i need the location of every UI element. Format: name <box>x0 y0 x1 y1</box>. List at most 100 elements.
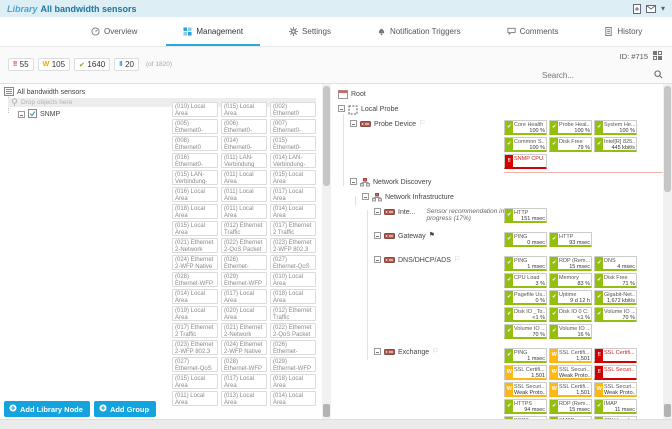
collapse-toggle[interactable] <box>374 256 381 263</box>
grid-item[interactable]: (005) Ethernet0-WFP Native <box>172 119 218 134</box>
grid-item[interactable]: (029) Ethernet-WFP Native <box>221 272 267 287</box>
grid-item[interactable]: (027) Ethernet-QoS Packet <box>270 255 316 270</box>
right-panel-scrollbar[interactable] <box>663 84 672 419</box>
sensor-https[interactable]: ✔ HTTPS 94 msec <box>504 399 547 414</box>
sensor-gigabit-net[interactable]: ✔ Gigabit-Net... 1,672 kbit/s <box>594 290 637 305</box>
sensor-imap[interactable]: ✔ IMAP 11 msec <box>594 399 637 414</box>
tab-settings[interactable]: Settings <box>266 17 354 46</box>
sensor-ssl-securi[interactable]: !! SSL Securi... <box>594 365 637 380</box>
flag-icon[interactable]: ⚐ <box>419 120 425 128</box>
sensor-probe-heal[interactable]: ✔ Probe Heal... 100 % <box>549 120 592 135</box>
node-label[interactable]: Network Discovery <box>373 178 431 187</box>
caret-down-icon[interactable]: ▾ <box>661 4 665 13</box>
library-root-node[interactable]: All bandwidth sensors <box>4 87 318 97</box>
node-label[interactable]: Gateway <box>398 232 426 241</box>
node-label[interactable]: Inte... <box>398 208 416 217</box>
grid-item[interactable]: (014) Local Area <box>270 391 316 406</box>
sensor-ping[interactable]: ✔ PING 1 msec <box>504 256 547 271</box>
grid-item[interactable]: (010) Local Area <box>270 272 316 287</box>
grid-item[interactable]: (029) Ethernet-WFP Native <box>270 357 316 372</box>
sensor-volume-io[interactable]: ✔ Volume IO ... 16 % <box>549 324 592 339</box>
node-label[interactable]: Network Infrastructure <box>385 193 454 202</box>
sensor-ssl-certifi[interactable]: W SSL Certifi... 1,501 <box>549 382 592 397</box>
sensor-common-s[interactable]: ✔ Common S... 100 % <box>504 137 547 152</box>
sensor-disk-io-0-c[interactable]: ✔ Disk IO 0 C: <1 % <box>549 307 592 322</box>
collapse-toggle[interactable] <box>338 105 345 112</box>
grid-item[interactable]: (018) Local Area <box>172 204 218 219</box>
grid-item[interactable]: (020) Local Area <box>221 306 267 321</box>
sensor-pagefile-us[interactable]: ✔ Pagefile Us... 0 % <box>504 290 547 305</box>
status-badge-warning[interactable]: W 105 <box>37 58 71 71</box>
sensor-snmp-cpu[interactable]: !! SNMP CPU... <box>504 154 547 169</box>
node-label[interactable]: Exchange <box>398 348 429 357</box>
grid-item[interactable]: (002) Ethernet0 Traffic <box>270 102 316 117</box>
sensor-ping[interactable]: ✔ PING 0 msec <box>504 232 547 247</box>
add-library-node-button[interactable]: Add Library Node <box>4 401 90 417</box>
grid-item[interactable]: (028) Ethernet-WFP 802.3 <box>221 357 267 372</box>
sensor-core-health[interactable]: ✔ Core Health 100 % <box>504 120 547 135</box>
status-badge-up[interactable]: ✔ 1640 <box>74 58 111 71</box>
tab-notification-triggers[interactable]: Notification Triggers <box>354 17 484 46</box>
node-label[interactable]: Local Probe <box>361 105 398 114</box>
grid-item[interactable]: (017) Local Area <box>221 374 267 389</box>
grid-item[interactable]: (015) Local Area <box>172 221 218 236</box>
sensor-rdp-rem[interactable]: ✔ RDP (Rem... 15 msec <box>549 256 592 271</box>
sensor-disk-io-to[interactable]: ✔ Disk IO _To... <1 % <box>504 307 547 322</box>
grid-item[interactable]: (017) Local Area <box>221 289 267 304</box>
collapse-toggle[interactable] <box>374 232 381 239</box>
sensor-intel-r-825[interactable]: ✔ Intel[R] 825... 445 kbit/s <box>594 137 637 152</box>
add-group-button[interactable]: Add Group <box>93 401 157 417</box>
tab-comments[interactable]: Comments <box>484 17 582 46</box>
status-badge-down[interactable]: !! 55 <box>8 58 34 71</box>
grid-item[interactable]: (013) Local Area <box>221 391 267 406</box>
grid-item[interactable]: (011) Local Area <box>221 170 267 185</box>
grid-item[interactable]: (019) Local Area <box>172 306 218 321</box>
sensor-http[interactable]: ✔ HTTP 93 msec <box>549 232 592 247</box>
sensor-ping[interactable]: ✔ PING 1 msec <box>504 348 547 363</box>
grid-item[interactable]: (008) Ethernet0 Traffic <box>172 136 218 151</box>
sensor-ssl-certifi[interactable]: W SSL Certifi... 1,501 <box>504 365 547 380</box>
grid-item[interactable]: (022) Ethernet 2-QoS Packet <box>270 323 316 338</box>
grid-item[interactable]: (018) Local Area <box>270 374 316 389</box>
grid-item[interactable]: (024) Ethernet 2-WFP Native <box>221 340 267 355</box>
grid-item[interactable]: (023) Ethernet 2-WFP 802.3 <box>172 340 218 355</box>
tab-overview[interactable]: Overview <box>68 17 160 46</box>
grid-item[interactable]: (011) Local Area <box>172 391 218 406</box>
grid-item[interactable]: (021) Ethernet 2-Network <box>221 323 267 338</box>
grid-item[interactable]: (006) Ethernet0-QoS Packet <box>221 119 267 134</box>
grid-item[interactable]: (017) Local Area <box>270 187 316 202</box>
tab-history[interactable]: History <box>581 17 665 46</box>
collapse-toggle[interactable] <box>362 193 369 200</box>
sensor-ssl-certifi[interactable]: !! SSL Certifi... <box>594 348 637 363</box>
collapse-toggle[interactable] <box>350 178 357 185</box>
node-label[interactable]: Root <box>351 90 366 99</box>
sensor-uptime[interactable]: ✔ Uptime 9 d 12 h <box>549 290 592 305</box>
grid-item[interactable]: (011) Local Area <box>221 204 267 219</box>
sensor-system-he[interactable]: ✔ System He... 100 % <box>594 120 637 135</box>
grid-item[interactable]: (024) Ethernet 2-WFP Native <box>172 255 218 270</box>
grid-item[interactable]: (028) Ethernet-WFP 802.3 <box>172 272 218 287</box>
scrollbar-thumb[interactable] <box>664 86 671 192</box>
grid-item[interactable]: (016) Local Area <box>172 187 218 202</box>
sensor-ssl-certifi[interactable]: W SSL Certifi... 1,501 <box>549 348 592 363</box>
flag-icon[interactable]: ⚐ <box>432 348 438 356</box>
grid-item[interactable]: (018) Local Area <box>270 289 316 304</box>
grid-item[interactable]: (016) Ethernet0-WFP 802.3 <box>172 153 218 168</box>
sensor-disk-free[interactable]: ✔ Disk Free 71 % <box>594 273 637 288</box>
sensor-cpu-load[interactable]: ✔ CPU Load 3 % <box>504 273 547 288</box>
qr-code-icon[interactable] <box>653 51 662 62</box>
sensor-ssl-securi[interactable]: W SSL Securi... Weak Proto... <box>549 365 592 380</box>
grid-item[interactable]: (014) Local Area <box>270 204 316 219</box>
scrollbar-thumb[interactable] <box>323 86 330 186</box>
sensor-ssl-securi[interactable]: W SSL Securi... Weak Proto... <box>504 382 547 397</box>
collapse-toggle[interactable] <box>18 111 25 118</box>
tab-management[interactable]: Management <box>160 17 266 46</box>
grid-item[interactable]: (014) Local Area <box>172 289 218 304</box>
grid-item[interactable]: (015) Local Area <box>270 170 316 185</box>
status-badge-paused[interactable]: II 20 <box>114 58 140 71</box>
search-input[interactable] <box>540 69 654 81</box>
grid-item[interactable]: (023) Ethernet 2-WFP 802.3 <box>270 238 316 253</box>
sensor-rdp-rem[interactable]: ✔ RDP (Rem... 15 msec <box>549 399 592 414</box>
grid-item[interactable]: (017) Ethernet 2 Traffic <box>172 323 218 338</box>
grid-item[interactable]: (027) Ethernet-QoS Packet <box>172 357 218 372</box>
